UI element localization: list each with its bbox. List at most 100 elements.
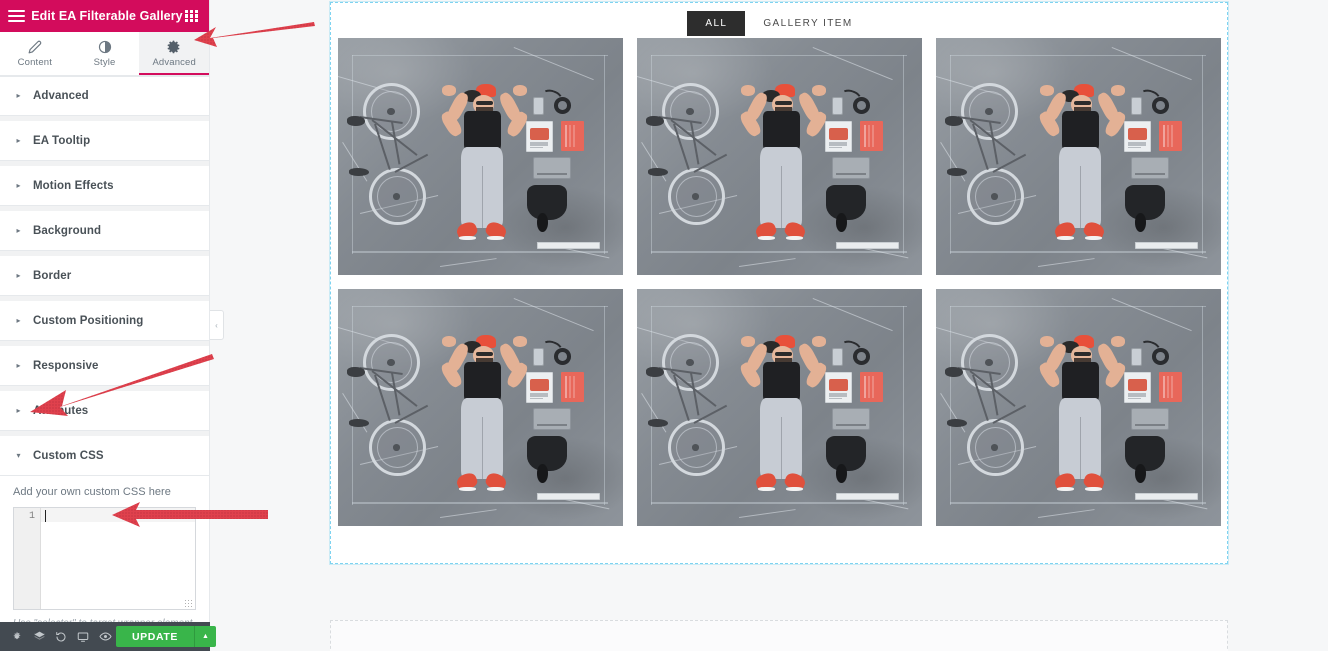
elementor-left-panel: Edit EA Filterable Gallery Content Style… <box>0 0 216 651</box>
section-responsive[interactable]: ▸ Responsive <box>0 346 209 386</box>
settings-icon[interactable] <box>6 622 28 651</box>
red-notebook <box>860 371 884 402</box>
chevron-right-icon: ▸ <box>16 315 21 325</box>
section-custom-positioning-label: Custom Positioning <box>33 314 144 327</box>
bicycle-saddle <box>347 116 365 126</box>
gallery-grid <box>331 38 1227 526</box>
laptop-object <box>831 407 871 430</box>
panel-collapse-handle[interactable]: ‹ <box>210 310 224 340</box>
backpack-object <box>826 435 866 472</box>
chevron-right-icon: ▸ <box>16 135 21 145</box>
gallery-item[interactable] <box>337 289 623 526</box>
chevron-right-icon: ▸ <box>16 180 21 190</box>
backpack-object <box>1125 435 1165 472</box>
active-line-highlight <box>41 508 195 522</box>
gallery-item[interactable] <box>337 38 623 275</box>
resize-grip-icon[interactable] <box>184 599 193 608</box>
laptop-object <box>831 156 871 179</box>
hamburger-icon[interactable] <box>8 9 25 23</box>
red-notebook <box>561 120 585 151</box>
tab-advanced[interactable]: Advanced <box>139 32 210 75</box>
update-button-group: UPDATE ▲ <box>116 626 216 647</box>
text-caret <box>45 510 46 522</box>
page-title: Edit EA Filterable Gallery <box>31 9 183 23</box>
custom-css-help-text: Add your own custom CSS here <box>13 486 171 498</box>
bicycle-saddle <box>646 367 664 377</box>
gear-icon <box>167 39 181 54</box>
editor-canvas: ALL GALLERY ITEM <box>210 0 1328 651</box>
section-ea-tooltip[interactable]: ▸ EA Tooltip <box>0 121 209 161</box>
red-notebook <box>1159 371 1183 402</box>
gallery-photo <box>636 38 922 275</box>
ground-marking <box>537 241 600 249</box>
laptop-object <box>532 407 572 430</box>
laptop-object <box>1130 407 1170 430</box>
section-responsive-label: Responsive <box>33 359 99 372</box>
section-attributes-label: Attributes <box>33 404 89 417</box>
tab-content[interactable]: Content <box>0 32 70 75</box>
ground-marking <box>537 492 600 500</box>
magazine-object <box>824 371 852 403</box>
code-input-area[interactable] <box>41 508 195 609</box>
magazine-object <box>1123 120 1151 152</box>
panel-scroll-area[interactable]: ▸ Advanced ▸ EA Tooltip ▸ Motion Effects… <box>0 76 209 651</box>
chevron-right-icon: ▸ <box>16 405 21 415</box>
section-advanced-label: Advanced <box>33 90 89 102</box>
update-button[interactable]: UPDATE <box>116 626 194 647</box>
tab-content-label: Content <box>17 57 52 68</box>
ground-marking <box>836 492 899 500</box>
preview-icon[interactable] <box>94 622 116 651</box>
gallery-photo <box>935 289 1221 526</box>
backpack-object <box>826 184 866 221</box>
gallery-item[interactable] <box>636 289 922 526</box>
backpack-object <box>527 184 567 221</box>
section-border[interactable]: ▸ Border <box>0 256 209 296</box>
bicycle-saddle <box>945 367 963 377</box>
gallery-filter-bar: ALL GALLERY ITEM <box>331 3 1227 38</box>
red-notebook <box>561 371 585 402</box>
gallery-item[interactable] <box>935 38 1221 275</box>
section-custom-positioning[interactable]: ▸ Custom Positioning <box>0 301 209 341</box>
custom-css-code-editor[interactable]: 1 <box>13 507 196 610</box>
code-gutter-line-number: 1 <box>14 508 41 609</box>
responsive-mode-icon[interactable] <box>72 622 94 651</box>
section-motion-effects[interactable]: ▸ Motion Effects <box>0 166 209 206</box>
red-notebook <box>1159 120 1183 151</box>
panel-header: Edit EA Filterable Gallery <box>0 0 209 32</box>
chevron-down-icon: ▾ <box>16 450 21 460</box>
navigator-icon[interactable] <box>28 622 50 651</box>
section-advanced[interactable]: ▸ Advanced <box>0 76 209 116</box>
chevron-right-icon: ▸ <box>16 225 21 235</box>
chevron-right-icon: ▸ <box>16 270 21 280</box>
pencil-icon <box>28 39 42 54</box>
backpack-object <box>1125 184 1165 221</box>
filter-tab-all[interactable]: ALL <box>687 10 746 36</box>
gallery-item[interactable] <box>636 38 922 275</box>
section-custom-css[interactable]: ▾ Custom CSS <box>0 436 209 476</box>
update-options-caret-icon[interactable]: ▲ <box>194 626 216 647</box>
laptop-object <box>532 156 572 179</box>
section-background[interactable]: ▸ Background <box>0 211 209 251</box>
laptop-object <box>1130 156 1170 179</box>
gallery-photo <box>935 38 1221 275</box>
magazine-object <box>824 120 852 152</box>
empty-canvas-section[interactable] <box>330 620 1228 651</box>
filter-tab-gallery-item[interactable]: GALLERY ITEM <box>745 11 870 36</box>
magazine-object <box>525 120 553 152</box>
chevron-right-icon: ▸ <box>16 360 21 370</box>
bicycle-saddle <box>347 367 365 377</box>
ea-filterable-gallery-widget[interactable]: ALL GALLERY ITEM <box>329 1 1229 565</box>
ground-marking <box>1135 241 1198 249</box>
apps-grid-icon[interactable] <box>185 9 198 23</box>
gallery-photo <box>636 289 922 526</box>
section-background-label: Background <box>33 224 102 237</box>
panel-tabs: Content Style Advanced <box>0 32 210 76</box>
tab-style[interactable]: Style <box>69 32 140 75</box>
section-attributes[interactable]: ▸ Attributes <box>0 391 209 431</box>
backpack-object <box>527 435 567 472</box>
red-notebook <box>860 120 884 151</box>
history-icon[interactable] <box>50 622 72 651</box>
gallery-item[interactable] <box>935 289 1221 526</box>
elementor-editor-screen: Edit EA Filterable Gallery Content Style… <box>0 0 1328 651</box>
bicycle-saddle <box>945 116 963 126</box>
